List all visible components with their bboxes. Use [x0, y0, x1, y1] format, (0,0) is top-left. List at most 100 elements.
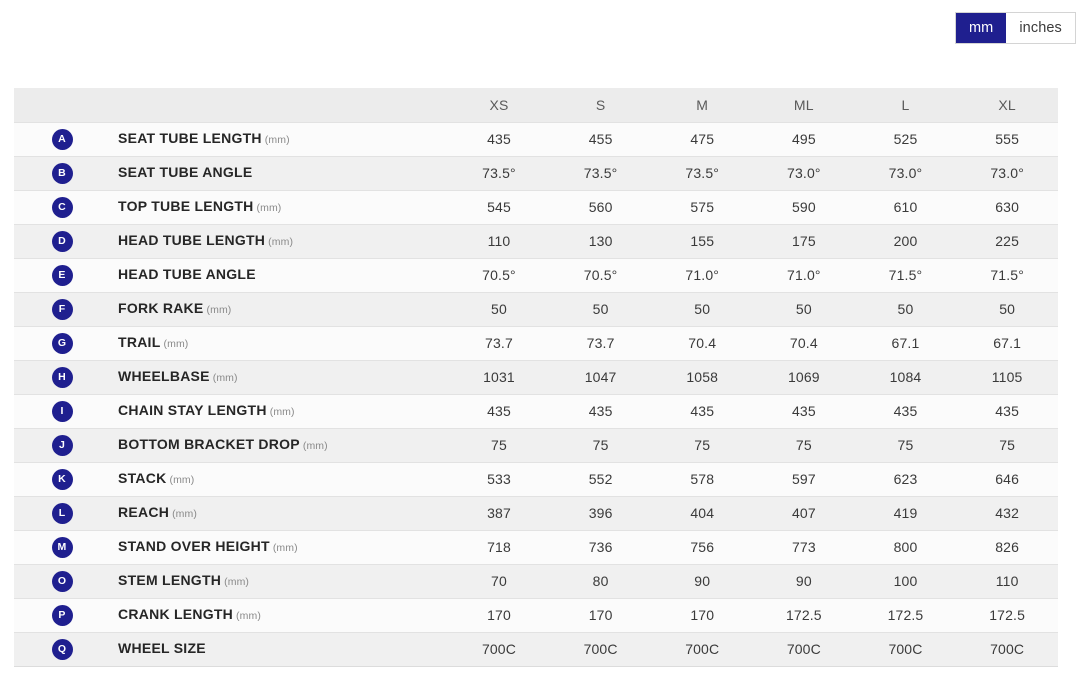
row-value-cell: 435 [448, 393, 550, 428]
row-badge-cell: A [14, 121, 111, 156]
row-badge-cell: D [14, 223, 111, 258]
row-value-cell: 70.5° [549, 257, 652, 292]
row-label: TOP TUBE LENGTH [118, 198, 254, 214]
row-badge: F [51, 298, 73, 320]
row-value-cell: 90 [753, 563, 855, 598]
row-value-cell: 552 [549, 461, 652, 496]
geometry-table: XS S M ML L XL A SEAT TUBE LENGTH (mm) 435 4… [14, 88, 1058, 667]
row-value-cell: 90 [651, 563, 754, 598]
row-label: REACH [118, 504, 170, 520]
row-badge: M [51, 536, 73, 558]
row-value-cell: 560 [549, 189, 652, 224]
table-row: O STEM LENGTH (mm) 70 80 90 90 100 110 [14, 563, 1058, 598]
row-value-cell: 73.5° [448, 155, 550, 190]
row-value-cell: 110 [956, 563, 1058, 598]
row-value-cell: 1058 [651, 359, 754, 394]
table-row: Q WHEEL SIZE 700C 700C 700C 700C 700C 700C [14, 631, 1058, 667]
row-value-cell: 475 [651, 121, 754, 156]
row-badge-cell: P [14, 597, 111, 632]
row-value-cell: 646 [956, 461, 1058, 496]
row-label: WHEEL SIZE [118, 640, 206, 656]
row-value-cell: 407 [753, 495, 855, 530]
row-label: CRANK LENGTH [118, 606, 234, 622]
row-value-cell: 700C [753, 631, 855, 667]
header-size-xl: XL [956, 88, 1058, 122]
units-toggle-mm[interactable]: mm [956, 13, 1007, 43]
row-value-cell: 533 [448, 461, 550, 496]
header-label-corner [110, 88, 449, 122]
row-badge: H [51, 366, 73, 388]
row-label-cell: SEAT TUBE LENGTH (mm) [110, 121, 449, 156]
geometry-page: mm inches XS S M ML L XL A SEAT TUBE LEN… [0, 0, 1080, 690]
table-header: XS S M ML L XL [14, 88, 1058, 122]
row-value-cell: 71.5° [956, 257, 1058, 292]
row-value-cell: 73.0° [753, 155, 855, 190]
row-value-cell: 700C [956, 631, 1058, 667]
table-row: H WHEELBASE (mm) 1031 1047 1058 1069 1084 1105 [14, 359, 1058, 394]
row-label-cell: HEAD TUBE ANGLE [110, 257, 449, 292]
table-row: L REACH (mm) 387 396 404 407 419 432 [14, 495, 1058, 530]
units-toggle[interactable]: mm inches [955, 12, 1076, 44]
row-value-cell: 73.7 [549, 325, 652, 360]
row-label: STEM LENGTH [118, 572, 222, 588]
row-value-cell: 435 [854, 393, 957, 428]
row-value-cell: 590 [753, 189, 855, 224]
row-value-cell: 67.1 [854, 325, 957, 360]
row-label: CHAIN STAY LENGTH [118, 402, 267, 418]
table-row: F FORK RAKE (mm) 50 50 50 50 50 50 [14, 291, 1058, 326]
row-label-cell: STAND OVER HEIGHT (mm) [110, 529, 449, 564]
row-value-cell: 700C [854, 631, 957, 667]
row-label-unit: (mm) [302, 440, 328, 452]
row-badge-cell: I [14, 393, 111, 428]
row-value-cell: 435 [753, 393, 855, 428]
row-badge: P [51, 604, 73, 626]
row-label-cell: CHAIN STAY LENGTH (mm) [110, 393, 449, 428]
row-value-cell: 50 [956, 291, 1058, 326]
units-toggle-inches[interactable]: inches [1006, 13, 1075, 43]
row-value-cell: 1047 [549, 359, 652, 394]
row-value-cell: 623 [854, 461, 957, 496]
table-row: K STACK (mm) 533 552 578 597 623 646 [14, 461, 1058, 496]
row-value-cell: 73.7 [448, 325, 550, 360]
row-value-cell: 71.0° [651, 257, 754, 292]
header-badge-corner [14, 88, 111, 122]
header-size-l: L [854, 88, 957, 122]
row-value-cell: 75 [753, 427, 855, 462]
row-value-cell: 1031 [448, 359, 550, 394]
row-badge: I [51, 400, 73, 422]
row-value-cell: 435 [448, 121, 550, 156]
row-value-cell: 700C [549, 631, 652, 667]
row-value-cell: 110 [448, 223, 550, 258]
row-label-cell: SEAT TUBE ANGLE [110, 155, 449, 190]
table-row: D HEAD TUBE LENGTH (mm) 110 130 155 175 200 225 [14, 223, 1058, 258]
row-value-cell: 73.5° [651, 155, 754, 190]
table-row: J BOTTOM BRACKET DROP (mm) 75 75 75 75 75 75 [14, 427, 1058, 462]
row-label-unit: (mm) [268, 236, 294, 248]
row-value-cell: 50 [854, 291, 957, 326]
row-value-cell: 172.5 [753, 597, 855, 632]
row-label-unit: (mm) [256, 202, 282, 214]
row-value-cell: 75 [956, 427, 1058, 462]
row-label-cell: CRANK LENGTH (mm) [110, 597, 449, 632]
row-badge-cell: F [14, 291, 111, 326]
row-badge: J [51, 434, 73, 456]
row-value-cell: 387 [448, 495, 550, 530]
row-label-unit: (mm) [206, 304, 232, 316]
geometry-table-container: XS S M ML L XL A SEAT TUBE LENGTH (mm) 435 4… [14, 88, 1058, 667]
row-value-cell: 700C [651, 631, 754, 667]
row-label: BOTTOM BRACKET DROP [118, 436, 300, 452]
row-value-cell: 495 [753, 121, 855, 156]
row-badge-cell: G [14, 325, 111, 360]
row-label-cell: WHEELBASE (mm) [110, 359, 449, 394]
row-value-cell: 435 [549, 393, 652, 428]
header-size-xs: XS [448, 88, 550, 122]
row-value-cell: 71.5° [854, 257, 957, 292]
row-label-cell: HEAD TUBE LENGTH (mm) [110, 223, 449, 258]
row-value-cell: 73.0° [956, 155, 1058, 190]
row-value-cell: 225 [956, 223, 1058, 258]
row-value-cell: 155 [651, 223, 754, 258]
row-value-cell: 70.4 [651, 325, 754, 360]
table-row: G TRAIL (mm) 73.7 73.7 70.4 70.4 67.1 67.1 [14, 325, 1058, 360]
row-value-cell: 773 [753, 529, 855, 564]
row-badge-cell: H [14, 359, 111, 394]
